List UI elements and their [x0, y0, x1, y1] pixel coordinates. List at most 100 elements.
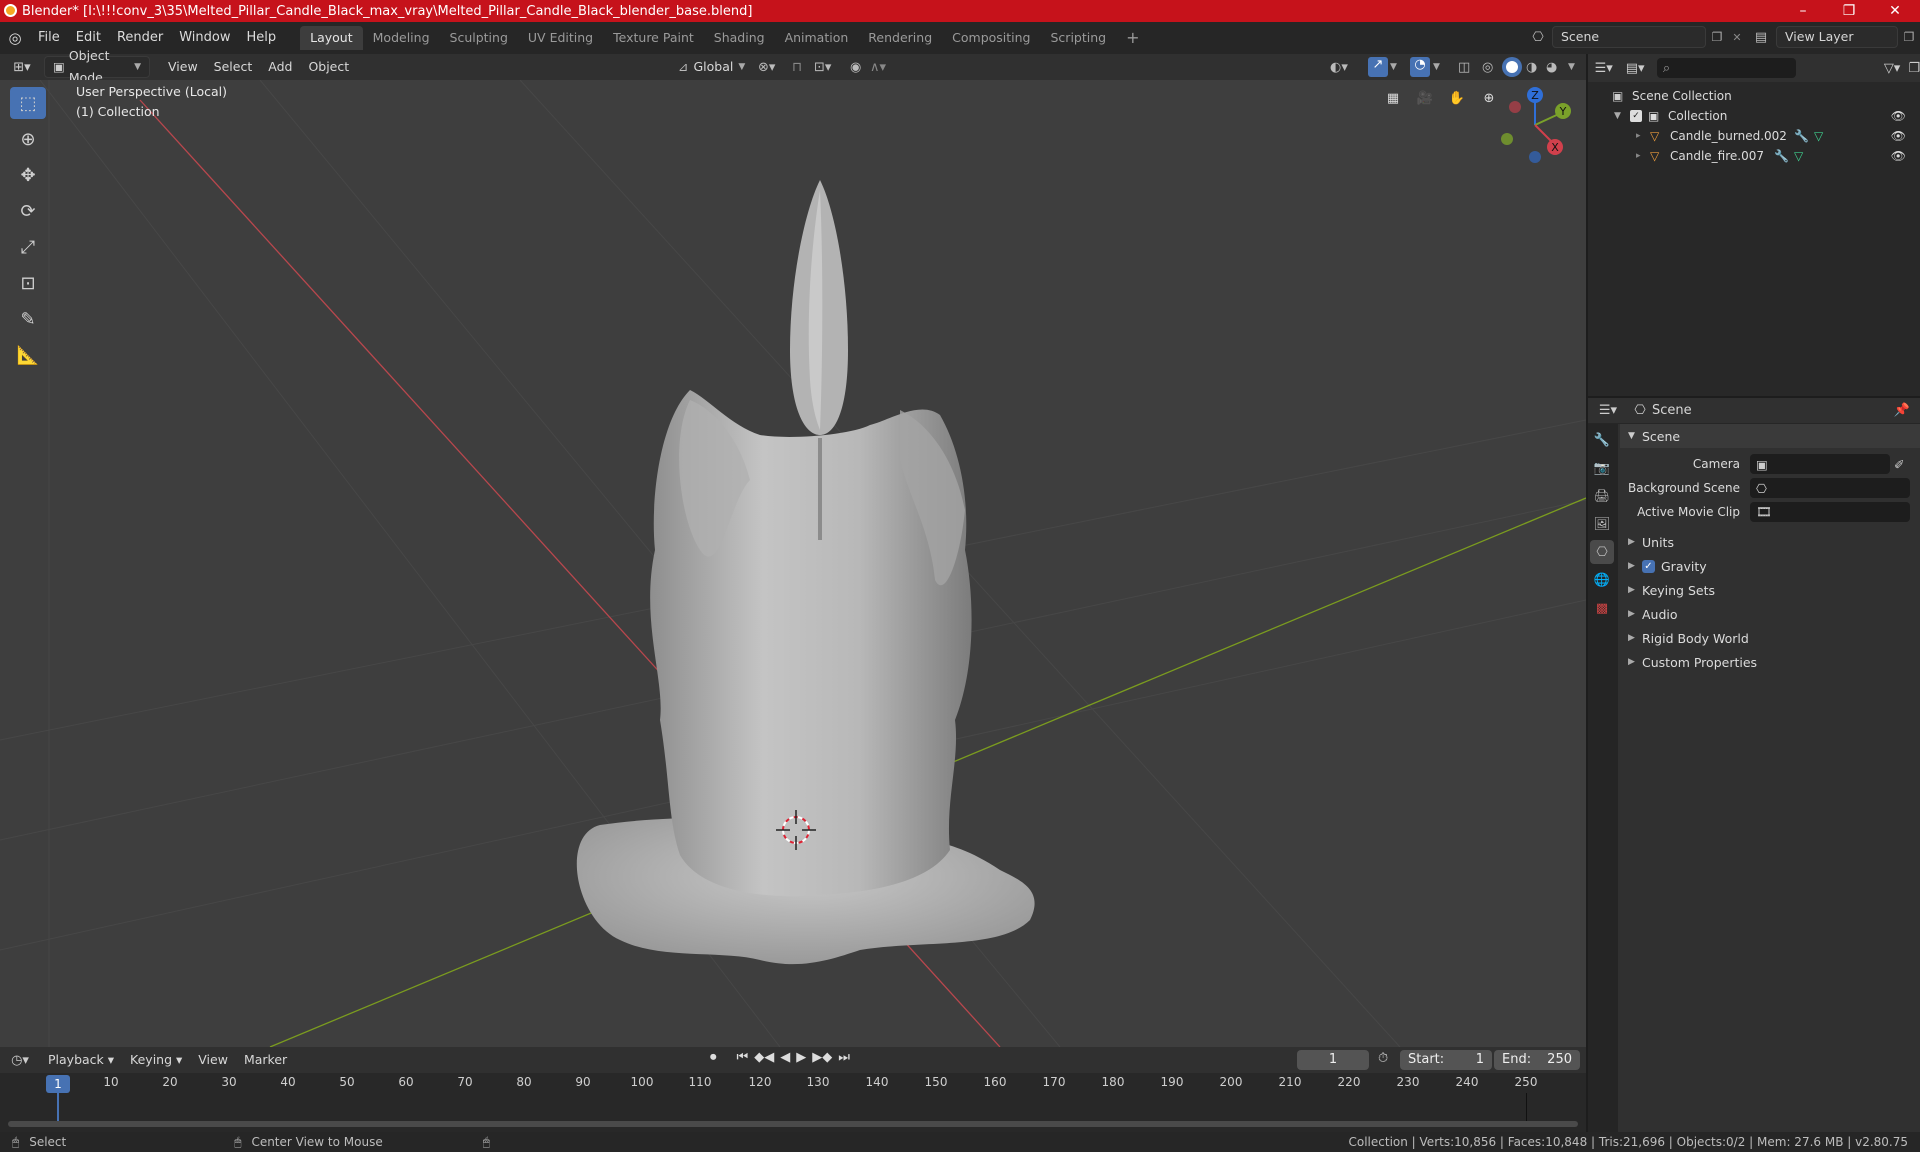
wireframe-shading-icon[interactable]: ◎: [1482, 60, 1493, 75]
select-box-tool-icon[interactable]: ⬚: [10, 87, 46, 119]
eyedropper-icon[interactable]: ✐: [1894, 457, 1904, 472]
annotate-tool-icon[interactable]: ✎: [10, 303, 46, 335]
falloff-icon[interactable]: ∧▾: [870, 60, 886, 75]
frame-ruler[interactable]: 10 20 30 40 50 60 70 80 90 100 110 120 1…: [0, 1047, 1586, 1132]
move-tool-icon[interactable]: ✥: [10, 159, 46, 191]
custom-properties-panel-header[interactable]: ▶ Custom Properties: [1620, 650, 1920, 674]
visibility-eye-icon[interactable]: 👁: [1891, 149, 1906, 163]
filter-icon[interactable]: ▽▾: [1884, 61, 1901, 76]
scale-tool-icon[interactable]: ⤢: [10, 231, 46, 263]
minimize-button[interactable]: –: [1780, 0, 1826, 22]
outliner-object-row[interactable]: ▸ ▽ Candle_burned.002 🔧 ▽ 👁: [1588, 126, 1920, 146]
new-view-layer-icon[interactable]: ❐: [1898, 30, 1920, 44]
units-panel-header[interactable]: ▶ Units: [1620, 530, 1920, 554]
pan-view-icon[interactable]: ✋: [1444, 86, 1470, 112]
view-layer-selector[interactable]: View Layer: [1776, 26, 1898, 48]
texture-tab-icon[interactable]: ▩: [1590, 596, 1614, 620]
display-mode-icon[interactable]: ▤▾: [1619, 61, 1650, 76]
close-button[interactable]: ✕: [1872, 0, 1918, 22]
transform-tool-icon[interactable]: ⊡: [10, 267, 46, 299]
visibility-eye-icon[interactable]: 👁: [1891, 129, 1906, 143]
candle-model[interactable]: [576, 180, 1035, 965]
snap-target-icon[interactable]: ⊡▾: [814, 60, 831, 75]
properties-editor-icon[interactable]: ☰▾: [1588, 403, 1628, 418]
scene-icon[interactable]: ⎔: [1524, 30, 1552, 45]
gravity-panel-header[interactable]: ▶ ✓ Gravity: [1620, 554, 1920, 578]
maximize-button[interactable]: ❐: [1826, 0, 1872, 22]
3d-viewport[interactable]: Z Y X User Perspective (Local) (1) Colle…: [0, 80, 1586, 1047]
outliner-collection[interactable]: ▼ ✓ ▣ Collection 👁: [1588, 106, 1920, 126]
tab-sculpting[interactable]: Sculpting: [440, 26, 518, 50]
menu-file[interactable]: File: [30, 27, 68, 49]
render-tab-icon[interactable]: 📷: [1590, 456, 1614, 480]
expand-arrow-icon[interactable]: ▸: [1636, 151, 1650, 161]
output-tab-icon[interactable]: 🖨: [1590, 484, 1614, 508]
outliner-scene-collection[interactable]: ▣ Scene Collection: [1588, 86, 1920, 106]
menu-window[interactable]: Window: [171, 27, 238, 49]
modifier-icon[interactable]: 🔧: [1794, 129, 1809, 143]
toggle-perspective-icon[interactable]: ▦: [1380, 86, 1406, 112]
gizmo-dropdown-icon[interactable]: ▼: [1390, 62, 1397, 72]
gravity-checkbox[interactable]: ✓: [1642, 559, 1655, 573]
blender-menu-icon[interactable]: ◎: [0, 29, 30, 47]
snap-icon[interactable]: ⊓: [792, 60, 802, 75]
tab-texture-paint[interactable]: Texture Paint: [603, 26, 704, 50]
scene-panel-header[interactable]: ▼ Scene: [1620, 424, 1920, 448]
navigation-gizmo[interactable]: Z Y X: [1501, 87, 1571, 163]
editor-type-icon[interactable]: ⊞▾: [0, 60, 44, 75]
shading-dropdown-icon[interactable]: ▼: [1568, 62, 1575, 72]
playhead[interactable]: 1: [46, 1075, 70, 1093]
view-layer-tab-icon[interactable]: 🖼: [1590, 512, 1614, 536]
active-movie-clip-field[interactable]: 🎞: [1750, 502, 1910, 522]
tab-scripting[interactable]: Scripting: [1041, 26, 1117, 50]
mesh-data-icon[interactable]: ▽: [1794, 149, 1803, 163]
cursor-tool-icon[interactable]: ⊕: [10, 123, 46, 155]
visibility-eye-icon[interactable]: 👁: [1891, 109, 1906, 123]
background-scene-field[interactable]: ⎔: [1750, 478, 1910, 498]
solid-shading-icon[interactable]: [1502, 57, 1522, 77]
keying-sets-panel-header[interactable]: ▶ Keying Sets: [1620, 578, 1920, 602]
pin-icon[interactable]: 📌: [1894, 403, 1910, 418]
mode-dropdown[interactable]: ▣ Object Mode ▼: [44, 48, 150, 85]
tab-layout[interactable]: Layout: [300, 26, 363, 50]
proportional-edit-icon[interactable]: ◉: [850, 60, 861, 75]
pivot-icon[interactable]: ⊗▾: [758, 60, 775, 75]
tab-modeling[interactable]: Modeling: [363, 26, 440, 50]
tab-uv-editing[interactable]: UV Editing: [518, 26, 603, 50]
menu-view[interactable]: View: [160, 56, 206, 78]
modifier-icon[interactable]: 🔧: [1774, 149, 1789, 163]
rigid-body-world-panel-header[interactable]: ▶ Rigid Body World: [1620, 626, 1920, 650]
camera-field[interactable]: ▣: [1750, 454, 1890, 474]
outliner-search-input[interactable]: ⌕: [1656, 58, 1796, 78]
gizmo-toggle-icon[interactable]: ↗: [1368, 57, 1388, 77]
tab-rendering[interactable]: Rendering: [858, 26, 942, 50]
tab-shading[interactable]: Shading: [704, 26, 775, 50]
tab-compositing[interactable]: Compositing: [942, 26, 1040, 50]
scene-tab-icon[interactable]: ⎔: [1590, 540, 1614, 564]
outliner-object-row[interactable]: ▸ ▽ Candle_fire.007 🔧 ▽ 👁: [1588, 146, 1920, 166]
view-layer-icon[interactable]: ▤: [1746, 30, 1776, 45]
tab-animation[interactable]: Animation: [775, 26, 859, 50]
visibility-icon[interactable]: ◐▾: [1330, 60, 1348, 75]
transform-orientation-dropdown[interactable]: ⊿ Global ▼: [670, 56, 753, 78]
outliner-editor-icon[interactable]: ☰▾: [1588, 61, 1619, 76]
new-scene-icon[interactable]: ❐: [1706, 30, 1728, 44]
overlay-toggle-icon[interactable]: ◔: [1410, 57, 1430, 77]
menu-help[interactable]: Help: [239, 27, 285, 49]
add-workspace-button[interactable]: +: [1116, 26, 1149, 50]
rendered-shading-icon[interactable]: ◕: [1546, 60, 1557, 75]
audio-panel-header[interactable]: ▶ Audio: [1620, 602, 1920, 626]
timeline-scrollbar[interactable]: [8, 1121, 1578, 1127]
menu-select[interactable]: Select: [206, 56, 261, 78]
zoom-view-icon[interactable]: ⊕: [1476, 86, 1502, 112]
collection-checkbox[interactable]: ✓: [1630, 110, 1642, 122]
scene-selector[interactable]: Scene: [1552, 26, 1706, 48]
mesh-data-icon[interactable]: ▽: [1814, 129, 1823, 143]
overlay-dropdown-icon[interactable]: ▼: [1433, 62, 1440, 72]
menu-object[interactable]: Object: [300, 56, 357, 78]
tool-tab-icon[interactable]: 🔧: [1590, 428, 1614, 452]
material-shading-icon[interactable]: ◑: [1526, 60, 1537, 75]
menu-add[interactable]: Add: [260, 56, 300, 78]
new-collection-icon[interactable]: ❐: [1908, 61, 1920, 76]
camera-view-icon[interactable]: 🎥: [1412, 86, 1438, 112]
